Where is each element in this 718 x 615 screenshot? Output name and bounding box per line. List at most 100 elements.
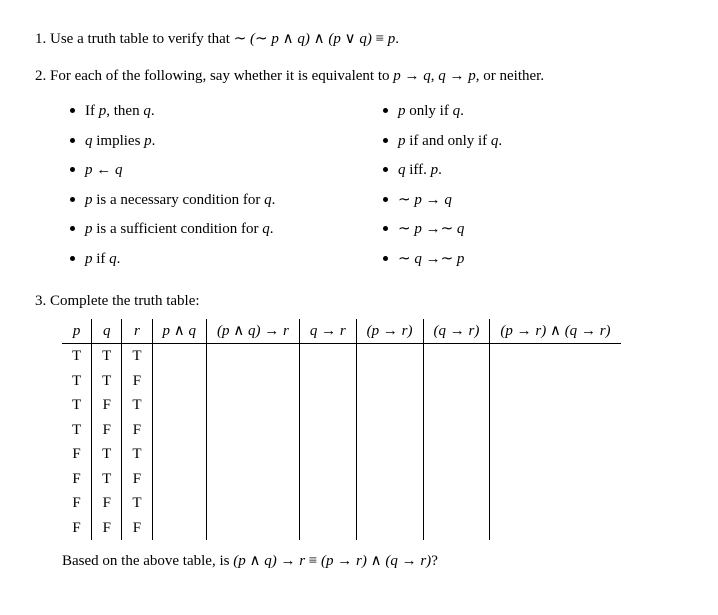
table-cell — [299, 369, 356, 394]
table-cell: T — [62, 393, 92, 418]
table-cell — [152, 467, 206, 492]
table-cell — [356, 418, 423, 443]
table-header-row: p q r p ∧ q (p ∧ q) → r q → r (p → r) (q… — [62, 319, 621, 344]
table-cell — [299, 442, 356, 467]
table-cell: T — [122, 344, 152, 369]
bullet-icon — [70, 138, 75, 143]
table-cell — [356, 467, 423, 492]
table-cell — [490, 467, 621, 492]
col-header: r — [122, 319, 152, 344]
q3b-expression: (p ∧ q) → r ≡ (p → r) ∧ (q → r) — [233, 553, 431, 569]
table-cell — [152, 369, 206, 394]
table-cell — [490, 393, 621, 418]
table-cell — [356, 369, 423, 394]
q3-text: Complete the truth table: — [50, 293, 200, 309]
item-text: ∼ p → q — [398, 188, 452, 214]
table-row: FTF — [62, 467, 621, 492]
bullet-columns: If p, then q. q implies p. p ← q p is a … — [70, 95, 696, 276]
list-item: q iff. p. — [383, 158, 696, 184]
table-cell — [490, 442, 621, 467]
table-row: TFT — [62, 393, 621, 418]
table-cell — [207, 393, 300, 418]
q1-expression: ∼ (∼ p ∧ q) ∧ (p ∨ q) ≡ p — [234, 31, 396, 47]
q3b-suffix: ? — [431, 553, 438, 569]
item-text: p is a sufficient condition for q. — [85, 217, 273, 243]
table-cell: T — [122, 393, 152, 418]
table-cell: F — [122, 467, 152, 492]
table-cell: F — [92, 491, 122, 516]
table-cell: F — [92, 516, 122, 541]
table-cell — [356, 393, 423, 418]
table-cell: T — [92, 369, 122, 394]
list-item: p if q. — [70, 247, 383, 273]
problem-2: For each of the following, say whether i… — [50, 65, 696, 277]
table-cell — [423, 467, 490, 492]
table-cell — [490, 491, 621, 516]
list-item: ∼ q →∼ p — [383, 247, 696, 273]
table-cell — [356, 442, 423, 467]
left-column: If p, then q. q implies p. p ← q p is a … — [70, 95, 383, 276]
problem-list: Use a truth table to verify that ∼ (∼ p … — [28, 28, 696, 573]
list-item: p only if q. — [383, 99, 696, 125]
table-cell — [423, 516, 490, 541]
table-cell: F — [62, 516, 92, 541]
list-item: p ← q — [70, 158, 383, 184]
q1-suffix: . — [395, 31, 399, 47]
bullet-icon — [383, 167, 388, 172]
table-cell: F — [122, 516, 152, 541]
table-cell — [356, 344, 423, 369]
item-text: q implies p. — [85, 129, 155, 155]
table-cell — [207, 467, 300, 492]
bullet-icon — [70, 197, 75, 202]
q3-followup: Based on the above table, is (p ∧ q) → r… — [62, 550, 696, 573]
table-cell — [423, 442, 490, 467]
table-cell — [490, 344, 621, 369]
table-cell — [152, 418, 206, 443]
col-header: (q → r) — [423, 319, 490, 344]
item-text: p if q. — [85, 247, 120, 273]
table-cell — [207, 491, 300, 516]
table-cell — [299, 418, 356, 443]
table-row: FFF — [62, 516, 621, 541]
bullet-icon — [383, 138, 388, 143]
list-item: q implies p. — [70, 129, 383, 155]
right-column: p only if q. p if and only if q. q iff. … — [383, 95, 696, 276]
table-cell — [207, 418, 300, 443]
table-cell — [299, 516, 356, 541]
q3b-prefix: Based on the above table, is — [62, 553, 233, 569]
table-body: TTTTTFTFTTFFFTTFTFFFTFFF — [62, 344, 621, 541]
col-header: (p → r) — [356, 319, 423, 344]
table-cell: F — [122, 369, 152, 394]
list-item: ∼ p → q — [383, 188, 696, 214]
item-text: If p, then q. — [85, 99, 155, 125]
problem-1: Use a truth table to verify that ∼ (∼ p … — [50, 28, 696, 51]
table-cell: T — [92, 344, 122, 369]
item-text: ∼ p →∼ q — [398, 217, 464, 243]
table-cell: T — [122, 442, 152, 467]
table-cell — [299, 491, 356, 516]
problem-3: Complete the truth table: p q r p ∧ q (p… — [50, 290, 696, 573]
bullet-icon — [383, 226, 388, 231]
bullet-icon — [70, 256, 75, 261]
table-cell: T — [62, 369, 92, 394]
item-text: p ← q — [85, 158, 123, 184]
q2-suffix: , or neither. — [476, 68, 544, 84]
table-cell: F — [62, 491, 92, 516]
col-header: (p → r) ∧ (q → r) — [490, 319, 621, 344]
table-cell — [299, 344, 356, 369]
table-cell — [207, 442, 300, 467]
q1-text: Use a truth table to verify that — [50, 31, 234, 47]
table-cell — [299, 467, 356, 492]
bullet-icon — [383, 197, 388, 202]
truth-table: p q r p ∧ q (p ∧ q) → r q → r (p → r) (q… — [62, 319, 621, 541]
col-header: q → r — [299, 319, 356, 344]
item-text: p only if q. — [398, 99, 464, 125]
bullet-icon — [383, 256, 388, 261]
item-text: p is a necessary condition for q. — [85, 188, 275, 214]
table-cell: F — [122, 418, 152, 443]
bullet-icon — [70, 108, 75, 113]
table-cell — [152, 393, 206, 418]
q2-expr1: p → q — [393, 68, 431, 84]
list-item: p is a necessary condition for q. — [70, 188, 383, 214]
table-cell: F — [62, 467, 92, 492]
